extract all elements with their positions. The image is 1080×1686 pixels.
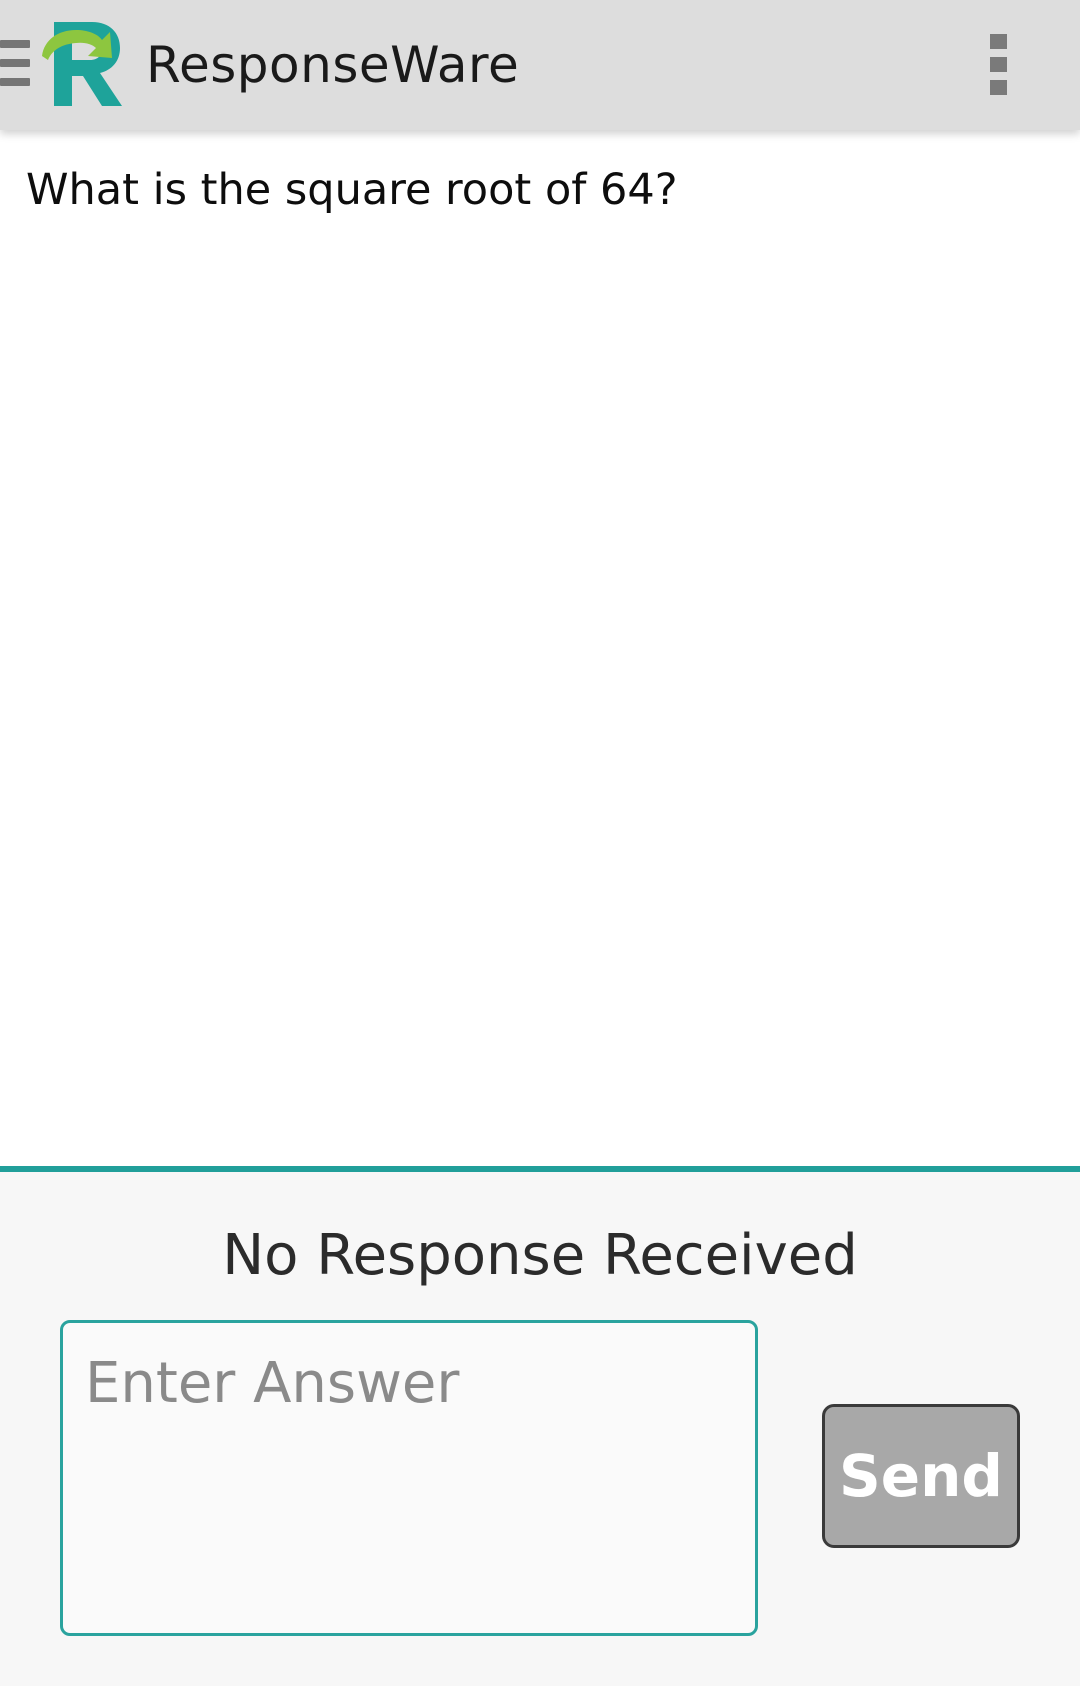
hamburger-menu-icon[interactable] [0, 40, 30, 86]
question-text: What is the square root of 64? [26, 165, 678, 215]
send-button[interactable]: Send [822, 1404, 1020, 1548]
responseware-app: ResponseWare What is the square root of … [0, 0, 1080, 1686]
three-dot-overflow-icon[interactable] [980, 30, 1016, 100]
responseware-logo[interactable] [40, 18, 132, 108]
response-status: No Response Received [222, 1223, 858, 1288]
answer-input[interactable] [60, 1320, 758, 1636]
app-title: ResponseWare [146, 36, 520, 94]
response-panel: No Response Received Send [0, 1166, 1080, 1686]
action-bar: ResponseWare [0, 0, 1080, 130]
